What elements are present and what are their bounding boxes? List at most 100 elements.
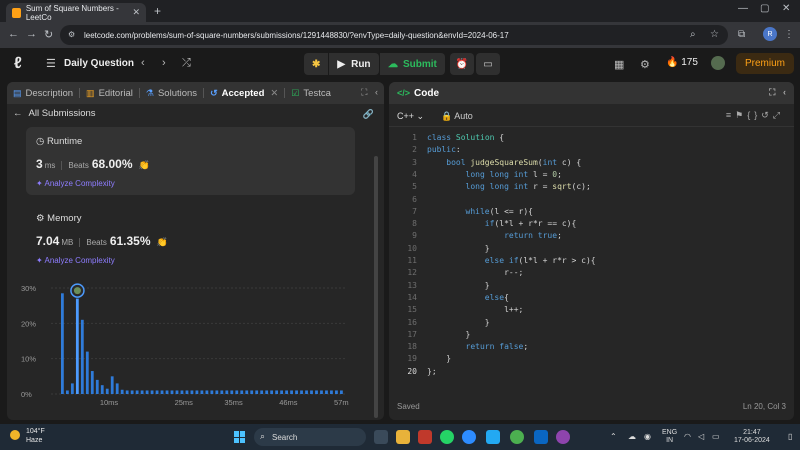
chart-bar[interactable]: [185, 390, 189, 394]
whatsapp-icon[interactable]: [440, 430, 454, 444]
taskbar-search[interactable]: ⌕ Search: [254, 428, 366, 446]
chart-bar[interactable]: [125, 390, 129, 394]
code-line[interactable]: };: [427, 366, 437, 378]
notification-icon[interactable]: ▯: [788, 432, 792, 441]
chart-bar[interactable]: [295, 390, 298, 394]
streak-counter[interactable]: 🔥 175: [666, 57, 698, 68]
debug-icon[interactable]: ✱: [304, 53, 330, 75]
chrome-profile-icon[interactable]: [556, 430, 570, 444]
memory-card[interactable]: ⚙ Memory 7.04 MB Beats 61.35% 👏 ✦ Analyze C…: [26, 204, 355, 272]
chart-bar[interactable]: [145, 390, 149, 394]
close-tab-icon[interactable]: ✕: [270, 88, 278, 99]
tab-accepted[interactable]: ↺ Accepted ✕: [204, 82, 284, 104]
share-link-icon[interactable]: 🔗: [363, 109, 374, 120]
timer-button[interactable]: ⏰: [450, 53, 474, 75]
collapse-editor-icon[interactable]: ‹: [783, 87, 786, 97]
notes-button[interactable]: ▭: [476, 53, 500, 75]
bookmark-line-icon[interactable]: ⚑: [735, 110, 747, 120]
code-line[interactable]: return false;: [427, 341, 529, 353]
chart-bar[interactable]: [120, 389, 124, 394]
chart-bar[interactable]: [220, 390, 224, 394]
code-line[interactable]: }: [427, 243, 490, 255]
code-line[interactable]: long long int r = sqrt(c);: [427, 181, 591, 193]
settings-icon[interactable]: ⚙: [640, 58, 650, 71]
chart-bar[interactable]: [175, 390, 179, 394]
chart-bar[interactable]: [180, 390, 184, 394]
run-button[interactable]: ▶ Run: [329, 53, 378, 75]
chart-bar[interactable]: [325, 390, 328, 394]
tray-overflow-icon[interactable]: ⌃: [610, 432, 617, 441]
code-line[interactable]: while(l <= r){: [427, 206, 533, 218]
battery-icon[interactable]: ▭: [712, 432, 720, 441]
maximize-editor-icon[interactable]: ⛶: [769, 87, 775, 97]
profile-avatar[interactable]: R: [763, 27, 777, 41]
new-tab-icon[interactable]: +: [154, 4, 161, 18]
reset-icon[interactable]: ↺: [761, 110, 773, 120]
chart-bar[interactable]: [105, 388, 109, 394]
chart-bar[interactable]: [300, 390, 303, 394]
memory-analyze-link[interactable]: ✦ Analyze Complexity: [36, 256, 115, 265]
chart-bar[interactable]: [80, 319, 84, 394]
chart-bar[interactable]: [270, 390, 274, 394]
code-line[interactable]: }: [427, 329, 471, 341]
minimize-icon[interactable]: —: [738, 3, 748, 14]
list-format-icon[interactable]: ≡: [726, 110, 735, 120]
code-line[interactable]: return true;: [427, 230, 562, 242]
code-line[interactable]: r--;: [427, 267, 523, 279]
all-submissions-link[interactable]: ← All Submissions: [13, 108, 96, 119]
chart-bar[interactable]: [195, 390, 199, 394]
layout-icon[interactable]: ▦: [614, 58, 624, 71]
submit-button[interactable]: ☁ Submit: [380, 53, 445, 75]
code-line[interactable]: else{: [427, 292, 509, 304]
zoom-icon[interactable]: ⌕: [690, 29, 696, 40]
browser-tab[interactable]: Sum of Square Numbers - LeetCo ✕: [6, 3, 146, 22]
chart-bar[interactable]: [210, 390, 214, 394]
chart-bar[interactable]: [225, 390, 229, 394]
cloud-icon[interactable]: ☁: [628, 432, 636, 441]
chart-bar[interactable]: [230, 390, 234, 394]
volume-icon[interactable]: ◁: [698, 432, 704, 441]
chart-bar[interactable]: [235, 390, 239, 394]
chart-bar[interactable]: [165, 390, 169, 394]
chart-bar[interactable]: [260, 390, 264, 394]
chart-bar[interactable]: [70, 383, 74, 394]
chart-bar[interactable]: [320, 390, 323, 394]
chart-bar[interactable]: [255, 390, 259, 394]
chart-bar[interactable]: [280, 390, 284, 394]
chart-bar[interactable]: [155, 390, 159, 394]
tab-testcase[interactable]: ☑ Testca: [285, 82, 337, 104]
linkedin-icon[interactable]: [534, 430, 548, 444]
chart-bar[interactable]: [110, 376, 114, 394]
collapse-panel-icon[interactable]: ‹: [375, 87, 378, 97]
chart-bar[interactable]: [65, 390, 69, 394]
back-icon[interactable]: ←: [8, 28, 19, 40]
chart-bar[interactable]: [275, 390, 279, 394]
code-line[interactable]: bool judgeSquareSum(int c) {: [427, 157, 581, 169]
wifi-icon[interactable]: ◠: [684, 432, 691, 441]
onedrive-icon[interactable]: ◉: [644, 432, 651, 441]
weather-widget[interactable]: 104°F Haze: [10, 427, 45, 445]
auto-mode-toggle[interactable]: 🔒 Auto: [441, 111, 473, 122]
tab-solutions[interactable]: ⚗ Solutions: [140, 82, 203, 104]
chart-bar[interactable]: [340, 390, 343, 394]
edge-icon[interactable]: [462, 430, 476, 444]
maximize-panel-icon[interactable]: ⛶: [361, 87, 367, 97]
code-line[interactable]: }: [427, 280, 490, 292]
windows-start-icon[interactable]: [234, 431, 246, 443]
reload-icon[interactable]: ↻: [44, 28, 53, 41]
runtime-analyze-link[interactable]: ✦ Analyze Complexity: [36, 179, 115, 188]
chart-bar[interactable]: [265, 390, 269, 394]
chart-bar[interactable]: [335, 390, 338, 394]
chart-bar[interactable]: [85, 351, 89, 394]
premium-button[interactable]: Premium: [736, 53, 794, 74]
tab-description[interactable]: ▤ Description: [7, 82, 79, 104]
chart-bar[interactable]: [130, 390, 134, 394]
chart-bar[interactable]: [190, 390, 194, 394]
next-problem-icon[interactable]: ›: [162, 57, 166, 69]
chart-bar[interactable]: [285, 390, 288, 394]
prev-problem-icon[interactable]: ‹: [141, 57, 145, 69]
chart-bar[interactable]: [315, 390, 318, 394]
chart-bar[interactable]: [100, 385, 104, 394]
code-line[interactable]: class Solution {: [427, 132, 504, 144]
leetcode-logo-icon[interactable]: ℓ: [14, 55, 22, 73]
